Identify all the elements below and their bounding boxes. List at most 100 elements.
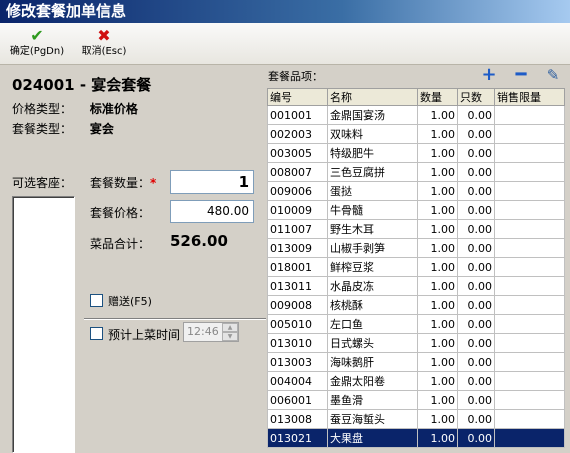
table-row[interactable]: 013021 大果盘 1.00 0.00 (267, 428, 565, 448)
col-header-pieces[interactable]: 只数 (457, 88, 495, 106)
cell-sales-limit (494, 428, 565, 448)
cell-name: 野生木耳 (327, 219, 418, 239)
price-type-value: 标准价格 (89, 102, 138, 116)
table-row[interactable]: 002003 双味料 1.00 0.00 (267, 124, 565, 144)
cell-name: 蛋挞 (327, 181, 418, 201)
table-row[interactable]: 010009 牛骨髓 1.00 0.00 (267, 200, 565, 220)
cell-sales-limit (494, 409, 565, 429)
cell-pieces: 0.00 (457, 143, 495, 163)
cell-pieces: 0.00 (457, 295, 495, 315)
table-row[interactable]: 003005 特级肥牛 1.00 0.00 (267, 143, 565, 163)
cell-pieces: 0.00 (457, 276, 495, 296)
package-title: 024001 - 宴会套餐 (12, 76, 152, 94)
cell-qty: 1.00 (417, 124, 458, 144)
table-row[interactable]: 013009 山椒手剥笋 1.00 0.00 (267, 238, 565, 258)
cell-name: 蚕豆海蜇头 (327, 409, 418, 429)
cell-name: 海味鹅肝 (327, 352, 418, 372)
cell-sales-limit (494, 390, 565, 410)
table-row[interactable]: 009006 蛋挞 1.00 0.00 (267, 181, 565, 201)
table-row[interactable]: 013010 日式螺头 1.00 0.00 (267, 333, 565, 353)
cell-sales-limit (494, 295, 565, 315)
cell-code: 005010 (267, 314, 328, 334)
cell-pieces: 0.00 (457, 390, 495, 410)
seat-label: 可选客座： (12, 176, 73, 190)
table-row[interactable]: 001001 金鼎国宴汤 1.00 0.00 (267, 105, 565, 125)
cell-qty: 1.00 (417, 238, 458, 258)
price-label: 套餐价格： (90, 206, 151, 220)
table-header-row: 编号 名称 数量 只数 销售限量 (267, 88, 565, 106)
spin-up-icon[interactable]: ▲ (222, 323, 238, 332)
package-items-panel: 套餐品项： + ━ ✎ 编号 名称 数量 只数 销售限量 001001 金鼎国宴汤… (266, 66, 570, 453)
cell-pieces: 0.00 (457, 219, 495, 239)
cell-qty: 1.00 (417, 295, 458, 315)
seat-list[interactable] (12, 196, 75, 453)
col-header-code[interactable]: 编号 (267, 88, 328, 106)
cell-qty: 1.00 (417, 276, 458, 296)
cell-pieces: 0.00 (457, 333, 495, 353)
window-title: 修改套餐加单信息 (0, 0, 570, 23)
package-type-row: 套餐类型： 宴会 (12, 120, 114, 137)
package-type-label: 套餐类型： (12, 122, 73, 136)
remove-item-button[interactable]: ━ (512, 66, 530, 84)
table-row[interactable]: 005010 左口鱼 1.00 0.00 (267, 314, 565, 334)
col-header-name[interactable]: 名称 (327, 88, 418, 106)
price-input[interactable]: 480.00 (170, 200, 254, 223)
table-row[interactable]: 008007 三色豆腐拼 1.00 0.00 (267, 162, 565, 182)
required-mark: * (150, 176, 157, 190)
table-row[interactable]: 006001 墨鱼滑 1.00 0.00 (267, 390, 565, 410)
confirm-button[interactable]: ✔ 确定(PgDn) (6, 27, 68, 61)
price-type-label: 价格类型： (12, 102, 73, 116)
add-item-button[interactable]: + (480, 66, 498, 84)
cell-code: 003005 (267, 143, 328, 163)
cell-name: 鲜榨豆浆 (327, 257, 418, 277)
cancel-label: 取消(Esc) (81, 46, 127, 57)
cell-pieces: 0.00 (457, 371, 495, 391)
divider (84, 318, 266, 320)
cell-qty: 1.00 (417, 371, 458, 391)
cell-name: 三色豆腐拼 (327, 162, 418, 182)
close-icon: ✖ (97, 26, 111, 45)
table-row[interactable]: 013008 蚕豆海蜇头 1.00 0.00 (267, 409, 565, 429)
cell-name: 金鼎国宴汤 (327, 105, 418, 125)
quantity-input[interactable]: 1 (170, 170, 254, 194)
cell-code: 004004 (267, 371, 328, 391)
col-header-sales-limit[interactable]: 销售限量 (494, 88, 565, 106)
edit-item-button[interactable]: ✎ (544, 66, 562, 84)
cell-code: 018001 (267, 257, 328, 277)
cell-pieces: 0.00 (457, 257, 495, 277)
cell-name: 金鼎太阳卷 (327, 371, 418, 391)
cell-sales-limit (494, 200, 565, 220)
cell-code: 013003 (267, 352, 328, 372)
cell-name: 双味料 (327, 124, 418, 144)
spin-down-icon[interactable]: ▼ (222, 332, 238, 341)
table-row[interactable]: 009008 核桃酥 1.00 0.00 (267, 295, 565, 315)
checkmark-icon: ✔ (30, 26, 44, 45)
total-value: 526.00 (170, 232, 228, 250)
cell-pieces: 0.00 (457, 352, 495, 372)
cell-code: 013011 (267, 276, 328, 296)
cell-sales-limit (494, 371, 565, 391)
cell-pieces: 0.00 (457, 181, 495, 201)
table-row[interactable]: 004004 金鼎太阳卷 1.00 0.00 (267, 371, 565, 391)
table-row[interactable]: 011007 野生木耳 1.00 0.00 (267, 219, 565, 239)
cell-code: 013021 (267, 428, 328, 448)
cell-pieces: 0.00 (457, 238, 495, 258)
gift-checkbox[interactable] (90, 294, 103, 307)
cancel-button[interactable]: ✖ 取消(Esc) (76, 27, 132, 61)
cell-qty: 1.00 (417, 333, 458, 353)
eta-time-spinner[interactable]: ▲ ▼ (222, 323, 238, 341)
price-type-row: 价格类型： 标准价格 (12, 100, 138, 117)
eta-checkbox[interactable] (90, 327, 103, 340)
table-row[interactable]: 013003 海味鹅肝 1.00 0.00 (267, 352, 565, 372)
cell-qty: 1.00 (417, 428, 458, 448)
cell-sales-limit (494, 124, 565, 144)
cell-code: 010009 (267, 200, 328, 220)
toolbar: ✔ 确定(PgDn) ✖ 取消(Esc) (0, 23, 570, 65)
cell-name: 墨鱼滑 (327, 390, 418, 410)
table-row[interactable]: 018001 鲜榨豆浆 1.00 0.00 (267, 257, 565, 277)
col-header-qty[interactable]: 数量 (417, 88, 458, 106)
cell-name: 水晶皮冻 (327, 276, 418, 296)
eta-label: 预计上菜时间 (108, 328, 181, 342)
cell-pieces: 0.00 (457, 162, 495, 182)
table-row[interactable]: 013011 水晶皮冻 1.00 0.00 (267, 276, 565, 296)
